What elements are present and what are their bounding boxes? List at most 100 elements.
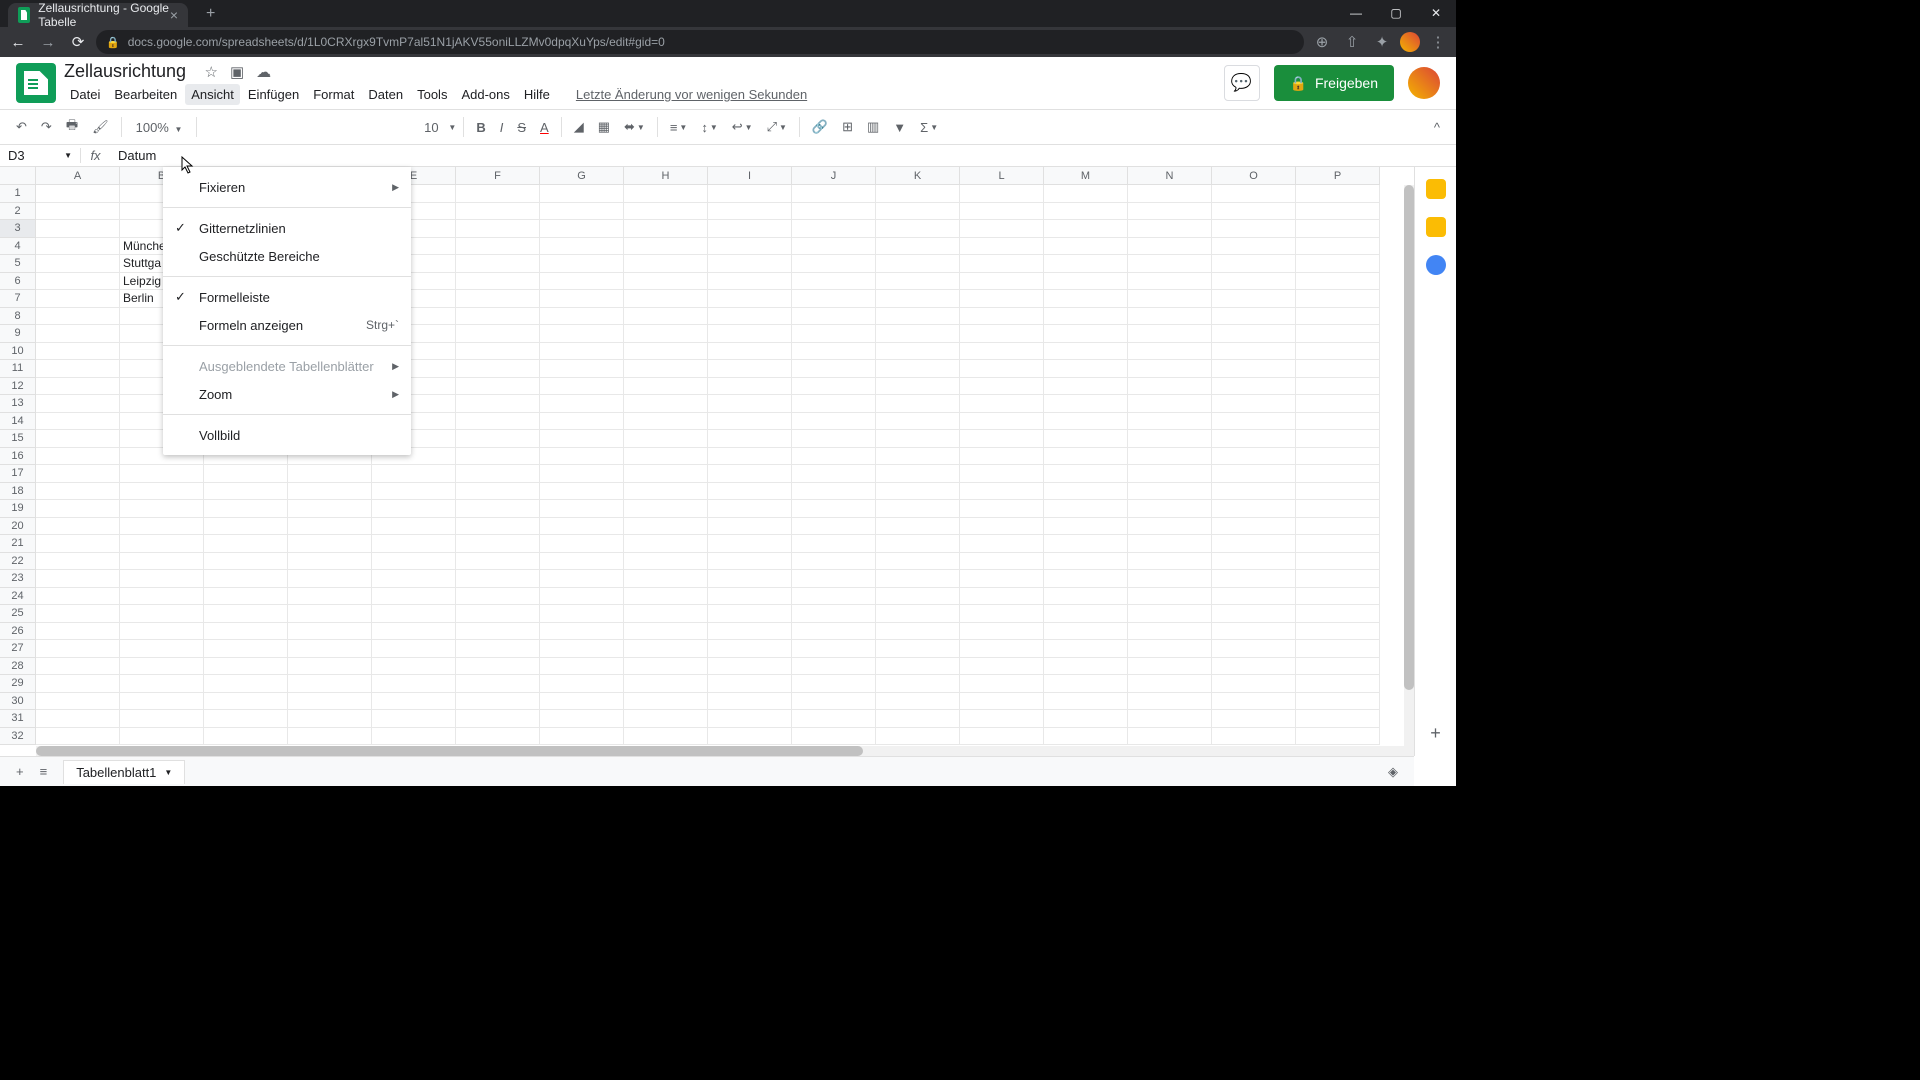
cell[interactable] (876, 273, 960, 291)
cell[interactable] (1044, 360, 1128, 378)
cell[interactable] (960, 255, 1044, 273)
row-header[interactable]: 28 (0, 658, 36, 676)
cell[interactable] (120, 570, 204, 588)
cell[interactable] (36, 220, 120, 238)
cell[interactable] (288, 675, 372, 693)
column-header[interactable]: P (1296, 167, 1380, 185)
cell[interactable] (1044, 553, 1128, 571)
cell[interactable] (1128, 518, 1212, 536)
cell[interactable] (204, 588, 288, 606)
cell[interactable] (540, 675, 624, 693)
cell[interactable] (1296, 185, 1380, 203)
cell[interactable] (792, 570, 876, 588)
cell[interactable] (1296, 640, 1380, 658)
cell[interactable] (288, 605, 372, 623)
column-header[interactable]: K (876, 167, 960, 185)
sheets-logo[interactable] (16, 63, 56, 103)
cell[interactable] (1212, 203, 1296, 221)
cell[interactable] (708, 185, 792, 203)
menu-item-formeln-anzeigen[interactable]: Formeln anzeigen Strg+` (163, 311, 411, 339)
cell[interactable] (36, 518, 120, 536)
cell[interactable] (36, 255, 120, 273)
cell[interactable] (624, 448, 708, 466)
cell[interactable] (876, 238, 960, 256)
cell[interactable] (624, 203, 708, 221)
cell[interactable] (708, 623, 792, 641)
cell[interactable] (1128, 658, 1212, 676)
cell[interactable] (120, 553, 204, 571)
cell[interactable] (288, 535, 372, 553)
cell[interactable] (1128, 623, 1212, 641)
cell[interactable] (456, 343, 540, 361)
cell[interactable] (36, 623, 120, 641)
cell[interactable] (456, 308, 540, 326)
cell[interactable] (540, 500, 624, 518)
row-header[interactable]: 13 (0, 395, 36, 413)
cell[interactable] (708, 255, 792, 273)
cell[interactable] (792, 483, 876, 501)
cell[interactable] (204, 728, 288, 746)
cell[interactable] (540, 378, 624, 396)
cell[interactable] (1212, 535, 1296, 553)
zoom-select[interactable]: 100% ▼ (128, 116, 191, 139)
cell[interactable] (708, 710, 792, 728)
cell[interactable] (876, 623, 960, 641)
cell[interactable] (876, 693, 960, 711)
cell[interactable] (456, 395, 540, 413)
cell[interactable] (876, 658, 960, 676)
cell[interactable] (288, 710, 372, 728)
cell[interactable] (1296, 675, 1380, 693)
cell[interactable] (36, 535, 120, 553)
cell[interactable] (1128, 238, 1212, 256)
cell[interactable] (1044, 465, 1128, 483)
vertical-scrollbar[interactable] (1404, 185, 1414, 746)
cell[interactable] (1128, 675, 1212, 693)
cell[interactable] (1212, 273, 1296, 291)
cell[interactable] (624, 343, 708, 361)
cell[interactable] (36, 343, 120, 361)
cell[interactable] (876, 710, 960, 728)
cell[interactable] (624, 430, 708, 448)
row-header[interactable]: 25 (0, 605, 36, 623)
menu-item-geschuetzte-bereiche[interactable]: Geschützte Bereiche (163, 242, 411, 270)
cell[interactable] (1296, 658, 1380, 676)
cell[interactable] (288, 658, 372, 676)
column-header[interactable]: N (1128, 167, 1212, 185)
cell[interactable] (36, 185, 120, 203)
cell[interactable] (1128, 500, 1212, 518)
cell[interactable] (540, 203, 624, 221)
cell[interactable] (792, 535, 876, 553)
cell[interactable] (1128, 483, 1212, 501)
wrap-button[interactable]: ↩ ▼ (726, 115, 759, 139)
row-header[interactable]: 15 (0, 430, 36, 448)
cell[interactable] (540, 413, 624, 431)
cell[interactable] (792, 675, 876, 693)
cell[interactable] (1128, 535, 1212, 553)
cell[interactable] (1128, 640, 1212, 658)
cell[interactable] (1212, 430, 1296, 448)
cell[interactable] (456, 483, 540, 501)
column-header[interactable]: M (1044, 167, 1128, 185)
cell[interactable] (960, 185, 1044, 203)
cell[interactable] (456, 465, 540, 483)
cell[interactable] (120, 658, 204, 676)
cell[interactable] (792, 500, 876, 518)
cell[interactable] (624, 640, 708, 658)
cell[interactable] (1128, 220, 1212, 238)
star-icon[interactable]: ☆ (205, 63, 218, 81)
cell[interactable] (540, 448, 624, 466)
account-avatar[interactable] (1408, 67, 1440, 99)
cell[interactable] (960, 465, 1044, 483)
extensions-icon[interactable]: ✦ (1370, 33, 1394, 51)
cell[interactable] (372, 518, 456, 536)
cell[interactable] (960, 658, 1044, 676)
cell[interactable] (708, 430, 792, 448)
cell[interactable] (1212, 290, 1296, 308)
cell[interactable] (1212, 255, 1296, 273)
cell[interactable] (1044, 728, 1128, 746)
cell[interactable] (120, 693, 204, 711)
cell[interactable] (792, 325, 876, 343)
cell[interactable] (1296, 588, 1380, 606)
cell[interactable] (1296, 465, 1380, 483)
cell[interactable] (624, 675, 708, 693)
